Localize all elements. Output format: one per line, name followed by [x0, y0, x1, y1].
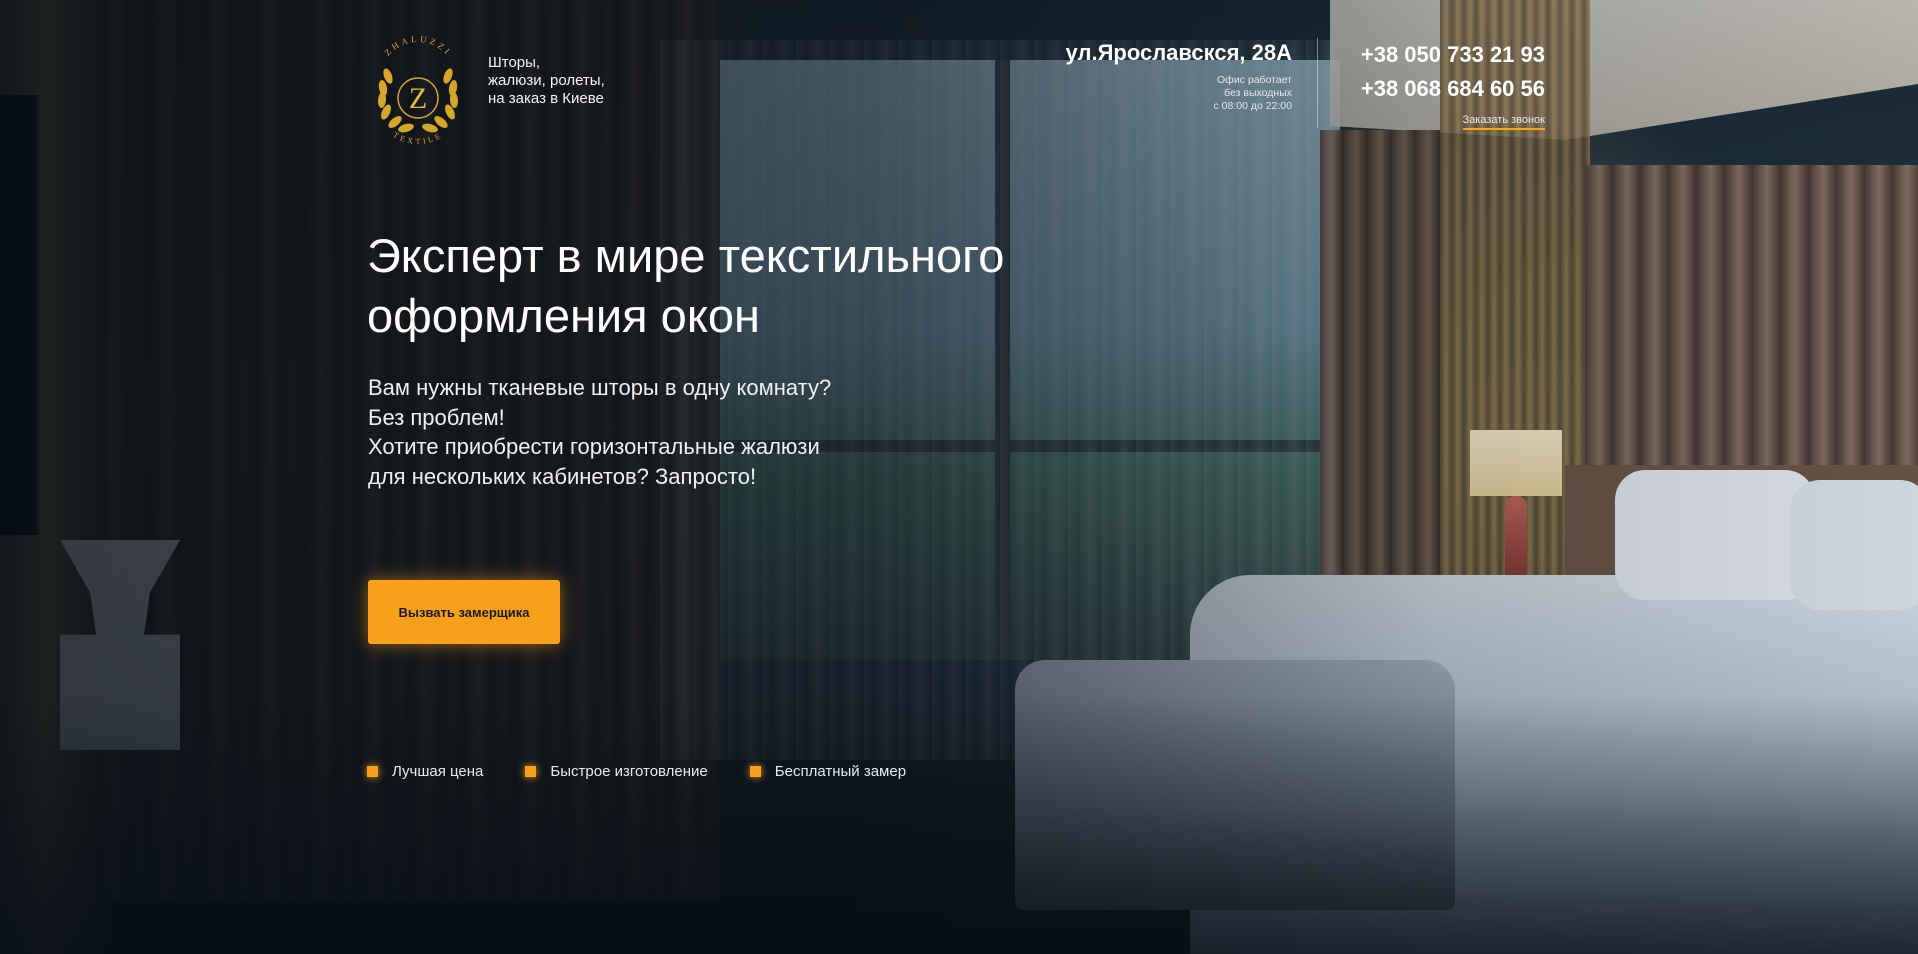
hero-headline: Эксперт в мире текстильного оформления о…: [367, 226, 1087, 346]
hero-section: ZHALUZZI Z TEXTILE Шторы, жалюзи, ролеты…: [0, 0, 1918, 954]
office-hours-line: без выходных: [1224, 87, 1292, 99]
feature-label: Лучшая цена: [392, 763, 484, 780]
feature-item: Бесплатный замер: [749, 763, 907, 780]
lead-line: Вам нужны тканевые шторы в одну комнату?: [368, 375, 832, 400]
tagline-line: Шторы,: [488, 54, 541, 71]
logo-bottom-text: TEXTILE: [392, 130, 442, 146]
lead-line: Хотите приобрести горизонтальные жалюзи: [368, 434, 820, 459]
tagline-line: жалюзи, ролеты,: [488, 72, 605, 89]
feature-label: Быстрое изготовление: [550, 763, 708, 780]
square-bullet-icon: [367, 766, 378, 777]
header-divider: [1317, 38, 1318, 128]
headline-line: оформления окон: [367, 289, 761, 342]
background-room-photo: [0, 0, 1918, 954]
lead-line: Без проблем!: [368, 404, 505, 430]
call-measurer-button[interactable]: Вызвать замерщика: [368, 580, 560, 644]
square-bullet-icon: [749, 766, 761, 777]
request-callback-link[interactable]: Заказать звонок: [1462, 114, 1545, 130]
square-bullet-icon: [525, 766, 537, 777]
phone-link-1[interactable]: +38 050 733 21 93: [1361, 42, 1545, 68]
phone-link-2[interactable]: +38 068 684 60 56: [1361, 76, 1545, 102]
logo-top-text: ZHALUZZI: [382, 34, 450, 58]
feature-item: Быстрое изготовление: [525, 763, 708, 780]
office-hours: Офис работает без выходных с 08:00 до 22…: [1066, 74, 1292, 113]
hero-lead-text: Вам нужны тканевые шторы в одну комнату?…: [368, 373, 928, 491]
logo[interactable]: ZHALUZZI Z TEXTILE: [366, 28, 470, 146]
office-address: ул.Ярославскся, 28А Офис работает без вы…: [1066, 40, 1292, 113]
lead-line: для нескольких кабинетов? Запросто!: [368, 463, 757, 489]
office-hours-line: Офис работает: [1217, 74, 1292, 86]
office-hours-line: с 08:00 до 22:00: [1213, 100, 1292, 112]
svg-text:ZHALUZZI: ZHALUZZI: [382, 34, 453, 58]
address-street: ул.Ярославскся, 28А: [1065, 40, 1292, 65]
contact-phones: +38 050 733 21 93 +38 068 684 60 56 Зака…: [1361, 42, 1545, 130]
svg-text:TEXTILE: TEXTILE: [392, 130, 445, 146]
headline-line: Эксперт в мире текстильного: [367, 229, 1005, 282]
feature-item: Лучшая цена: [367, 763, 483, 780]
laurel-wreath-emblem-icon: ZHALUZZI Z TEXTILE: [377, 34, 459, 146]
logo-letter: Z: [409, 82, 427, 115]
feature-list: Лучшая цена Быстрое изготовление Бесплат…: [367, 763, 906, 780]
site-tagline: Шторы, жалюзи, ролеты, на заказ в Киеве: [488, 54, 648, 108]
feature-label: Бесплатный замер: [774, 763, 907, 780]
tagline-line: на заказ в Киеве: [488, 90, 604, 107]
